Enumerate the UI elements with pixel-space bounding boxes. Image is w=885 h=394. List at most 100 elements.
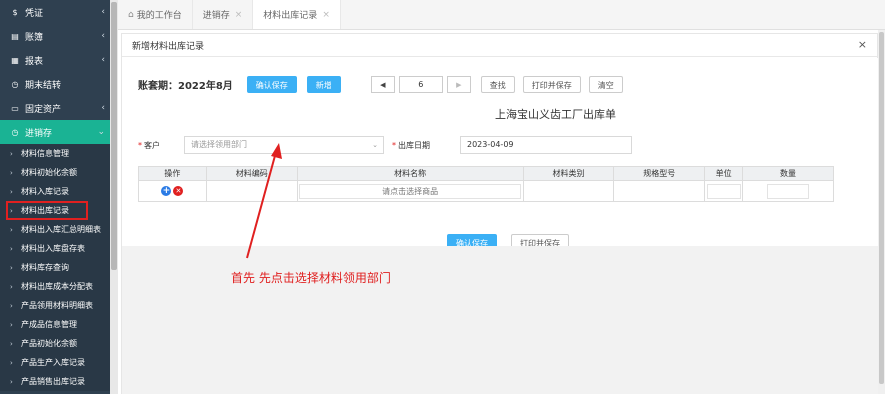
chevron-right-icon: › bbox=[10, 263, 13, 272]
search-button[interactable]: 查找 bbox=[480, 76, 515, 93]
sidebar-subitem[interactable]: › 材料出入库汇总明细表 bbox=[0, 220, 110, 239]
chevron-right-icon: › bbox=[10, 206, 13, 215]
quantity-input[interactable] bbox=[767, 183, 810, 199]
annotation-text: 首先 先点击选择材料领用部门 bbox=[231, 271, 391, 285]
clear-button[interactable]: 清空 bbox=[588, 76, 623, 93]
sidebar-subitem[interactable]: › 材料出入库盘存表 bbox=[0, 239, 110, 258]
sidebar-subitem[interactable]: › 产品生产入库记录 bbox=[0, 353, 110, 372]
scrollbar-thumb[interactable] bbox=[111, 2, 117, 270]
chevron-left-icon: ‹ bbox=[101, 7, 105, 17]
prev-page-button[interactable]: ◀ bbox=[370, 76, 395, 93]
next-page-button[interactable]: ▶ bbox=[446, 76, 471, 93]
report-icon: ▦ bbox=[11, 55, 19, 65]
outbound-date-input[interactable]: 2023-04-09 bbox=[460, 136, 632, 154]
sidebar-subitem-label: 产品领用材料明细表 bbox=[21, 301, 93, 310]
sidebar-subitem[interactable]: › 材料信息管理 bbox=[0, 144, 110, 163]
sidebar-item-report[interactable]: ▦ 报表 ‹ bbox=[0, 48, 110, 72]
sidebar-item-ledger[interactable]: ▤ 账簿 ‹ bbox=[0, 24, 110, 48]
home-icon: ⌂ bbox=[128, 9, 134, 20]
page-input[interactable]: 6 bbox=[398, 76, 443, 93]
sidebar-item-period-close[interactable]: ◷ 期末结转 bbox=[0, 72, 110, 96]
close-icon[interactable]: × bbox=[235, 10, 243, 20]
tab-inventory[interactable]: 进销存 × bbox=[193, 0, 254, 29]
sidebar-subitem[interactable]: › 产品销售出库记录 bbox=[0, 372, 110, 391]
delete-row-icon[interactable]: ✕ bbox=[173, 186, 184, 196]
tab-workbench[interactable]: ⌂ 我的工作台 bbox=[118, 0, 193, 29]
select-product-input[interactable]: 请点击选择商品 bbox=[299, 183, 522, 199]
period-label: 账套期：2022年8月 bbox=[138, 81, 233, 92]
add-outbound-modal: 新增材料出库记录 × 账套期：2022年8月 确认保存 新增 ◀ 6 ▶ 查找 … bbox=[121, 33, 879, 394]
chevron-left-icon: ‹ bbox=[101, 55, 105, 65]
chevron-right-icon: › bbox=[10, 225, 13, 234]
spec-model-cell bbox=[613, 180, 706, 202]
column-header: 材料名称 bbox=[296, 166, 524, 181]
modal-toolbar: 账套期：2022年8月 确认保存 新增 ◀ 6 ▶ 查找 打印并保存 清空 bbox=[138, 76, 623, 93]
sidebar-item-voucher[interactable]: $ 凭证 ‹ bbox=[0, 0, 110, 24]
inventory-icon: ◷ bbox=[11, 127, 19, 137]
chevron-right-icon: › bbox=[10, 339, 13, 348]
department-select[interactable]: 请选择领用部门 ⌄ bbox=[184, 136, 384, 154]
sidebar-item-fixed-assets[interactable]: ▭ 固定资产 ‹ bbox=[0, 96, 110, 120]
scrollbar-thumb[interactable] bbox=[879, 32, 884, 384]
chevron-right-icon: › bbox=[10, 377, 13, 386]
column-header: 材料类别 bbox=[522, 166, 615, 181]
chevron-right-icon: › bbox=[10, 301, 13, 310]
chevron-left-icon: ‹ bbox=[101, 103, 105, 113]
ledger-icon: ▤ bbox=[11, 31, 19, 41]
table-row: + ✕ 请点击选择商品 bbox=[138, 180, 834, 202]
sidebar-item-label: 进销存 bbox=[25, 128, 53, 139]
dollar-icon: $ bbox=[12, 7, 18, 17]
chevron-down-icon: ⌄ bbox=[372, 141, 378, 149]
material-category-cell bbox=[522, 180, 615, 202]
items-table: 操作 材料编码 材料名称 材料类别 规格型号 单位 数量 + ✕ 请点击选择商品 bbox=[138, 166, 834, 202]
operation-cell: + ✕ bbox=[138, 180, 207, 202]
chevron-right-icon: › bbox=[10, 149, 13, 158]
sidebar-subitem-label: 材料库存查询 bbox=[21, 263, 69, 272]
sidebar-subitem[interactable]: › 材料初始化余额 bbox=[0, 163, 110, 182]
sidebar-subitem-label: 材料信息管理 bbox=[21, 149, 69, 158]
sidebar-subitem[interactable]: › 材料出库成本分配表 bbox=[0, 277, 110, 296]
sidebar-subitem-selected[interactable]: › 材料出库记录 bbox=[6, 201, 88, 220]
sidebar-subitem-label: 材料入库记录 bbox=[21, 187, 69, 196]
table-header-row: 操作 材料编码 材料名称 材料类别 规格型号 单位 数量 bbox=[138, 166, 834, 181]
chevron-right-icon: › bbox=[10, 168, 13, 177]
monitor-icon: ▭ bbox=[11, 103, 19, 113]
close-icon[interactable]: × bbox=[322, 10, 330, 20]
add-button[interactable]: 新增 bbox=[306, 76, 341, 93]
sidebar-item-label: 固定资产 bbox=[25, 104, 62, 115]
print-save-button[interactable]: 打印并保存 bbox=[522, 76, 581, 93]
sidebar-subitem-label: 材料出入库汇总明细表 bbox=[21, 225, 101, 234]
quantity-cell bbox=[742, 180, 834, 202]
sidebar-scrollbar[interactable] bbox=[110, 0, 118, 394]
sidebar-subitem[interactable]: › 产成品信息管理 bbox=[0, 315, 110, 334]
sidebar-item-label: 期末结转 bbox=[25, 80, 62, 91]
material-name-cell: 请点击选择商品 bbox=[296, 180, 524, 202]
sidebar-subitem[interactable]: › 产品领用材料明细表 bbox=[0, 296, 110, 315]
tab-label: 材料出库记录 bbox=[263, 11, 318, 21]
tab-material-outbound[interactable]: 材料出库记录 × bbox=[253, 0, 341, 29]
sidebar-item-inventory[interactable]: ◷ 进销存 ⌄ bbox=[0, 120, 110, 144]
confirm-save-button[interactable]: 确认保存 bbox=[246, 76, 297, 93]
sidebar-subitem-label: 产品生产入库记录 bbox=[21, 358, 85, 367]
sidebar-item-label: 凭证 bbox=[25, 8, 44, 19]
close-icon[interactable]: × bbox=[858, 38, 867, 51]
unit-input[interactable] bbox=[706, 183, 741, 199]
sidebar-subitem[interactable]: › 材料入库记录 bbox=[0, 182, 110, 201]
chevron-right-icon: › bbox=[10, 187, 13, 196]
sidebar-subitem-label: 产品销售出库记录 bbox=[21, 377, 85, 386]
chevron-right-icon: › bbox=[10, 320, 13, 329]
modal-title: 新增材料出库记录 bbox=[132, 41, 205, 52]
sidebar-subitem[interactable]: › 产品初始化余额 bbox=[0, 334, 110, 353]
department-select-placeholder: 请选择领用部门 bbox=[191, 140, 247, 149]
sidebar-subitem[interactable]: › 材料库存查询 bbox=[0, 258, 110, 277]
tab-label: 我的工作台 bbox=[136, 11, 182, 21]
add-row-icon[interactable]: + bbox=[161, 186, 172, 196]
modal-body: 账套期：2022年8月 确认保存 新增 ◀ 6 ▶ 查找 打印并保存 清空 上海… bbox=[122, 58, 879, 251]
app: $ 凭证 ‹ ▤ 账簿 ‹ ▦ 报表 ‹ ◷ 期末结转 ▭ 固定资产 ‹ ◷ 进… bbox=[0, 0, 885, 394]
column-header: 数量 bbox=[742, 166, 834, 181]
column-header: 材料编码 bbox=[205, 166, 298, 181]
sidebar-subitem-label: 材料出库成本分配表 bbox=[21, 282, 93, 291]
page-scrollbar[interactable] bbox=[878, 30, 885, 394]
chevron-left-icon: ‹ bbox=[101, 31, 105, 41]
date-label: * 出库日期 bbox=[392, 140, 430, 150]
